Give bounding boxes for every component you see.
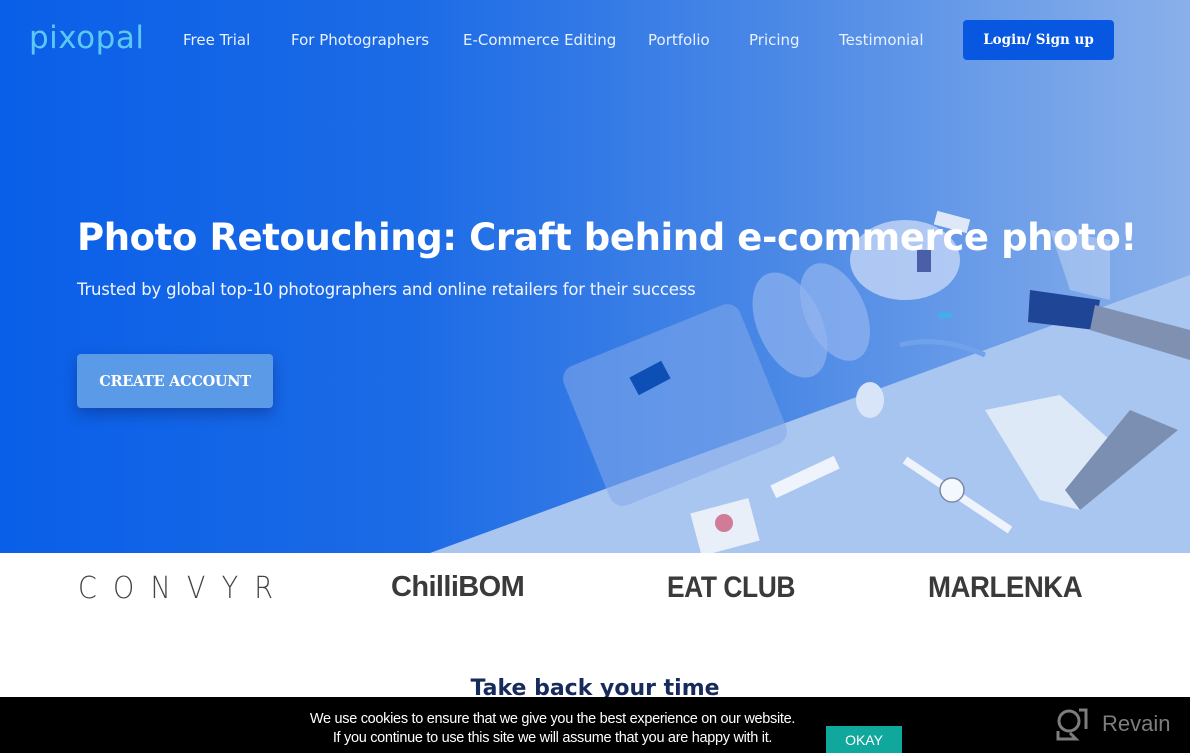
glasses-lens-shape <box>938 313 952 318</box>
revain-wordmark: Revain <box>1102 711 1171 736</box>
nav-link-testimonial[interactable]: Testimonial <box>839 31 924 49</box>
create-account-button[interactable]: CREATE ACCOUNT <box>77 354 273 408</box>
brand-logo-chillibom: ChilliBOM <box>391 571 525 603</box>
watch-face-shape <box>939 477 965 503</box>
jar-shape <box>856 382 884 418</box>
glasses-shape <box>899 339 987 358</box>
hero-product-photo <box>430 210 1190 553</box>
brand-logo-convyr: CONVYR <box>78 571 290 606</box>
nav-link-free-trial[interactable]: Free Trial <box>183 31 250 49</box>
card-logo-shape <box>715 514 733 532</box>
cookie-message: We use cookies to ensure that we give yo… <box>250 710 855 748</box>
pixopal-logo[interactable]: pixopal <box>29 20 144 56</box>
nav-link-for-photographers[interactable]: For Photographers <box>291 31 429 49</box>
brand-logo-marlenka: MARLENKA <box>928 571 1083 604</box>
login-signup-button[interactable]: Login/ Sign up <box>963 20 1114 60</box>
cookie-consent-bar: We use cookies to ensure that we give yo… <box>0 697 1190 753</box>
cookie-okay-button[interactable]: OKAY <box>826 726 902 753</box>
shorts-shape <box>1028 290 1100 330</box>
nav-link-pricing[interactable]: Pricing <box>749 31 800 49</box>
hero-title: Photo Retouching: Craft behind e-commerc… <box>77 216 1137 259</box>
hero-section: pixopal Free Trial For Photographers E-C… <box>0 0 1190 553</box>
client-logos-strip: CONVYR ChilliBOM EAT CLUB MARLENKA <box>0 553 1190 643</box>
revain-watermark: Revain <box>1054 707 1170 741</box>
cookie-message-line-2: If you continue to use this site we will… <box>332 730 773 746</box>
cookie-message-line-1: We use cookies to ensure that we give yo… <box>309 711 796 727</box>
nav-link-portfolio[interactable]: Portfolio <box>648 31 710 49</box>
brand-logo-eat-club: EAT CLUB <box>667 571 795 604</box>
revain-logo-icon <box>1056 708 1088 741</box>
top-navigation: pixopal Free Trial For Photographers E-C… <box>0 0 1190 80</box>
hero-subtitle: Trusted by global top-10 photographers a… <box>77 280 696 299</box>
nav-link-e-commerce-editing[interactable]: E-Commerce Editing <box>463 31 616 49</box>
